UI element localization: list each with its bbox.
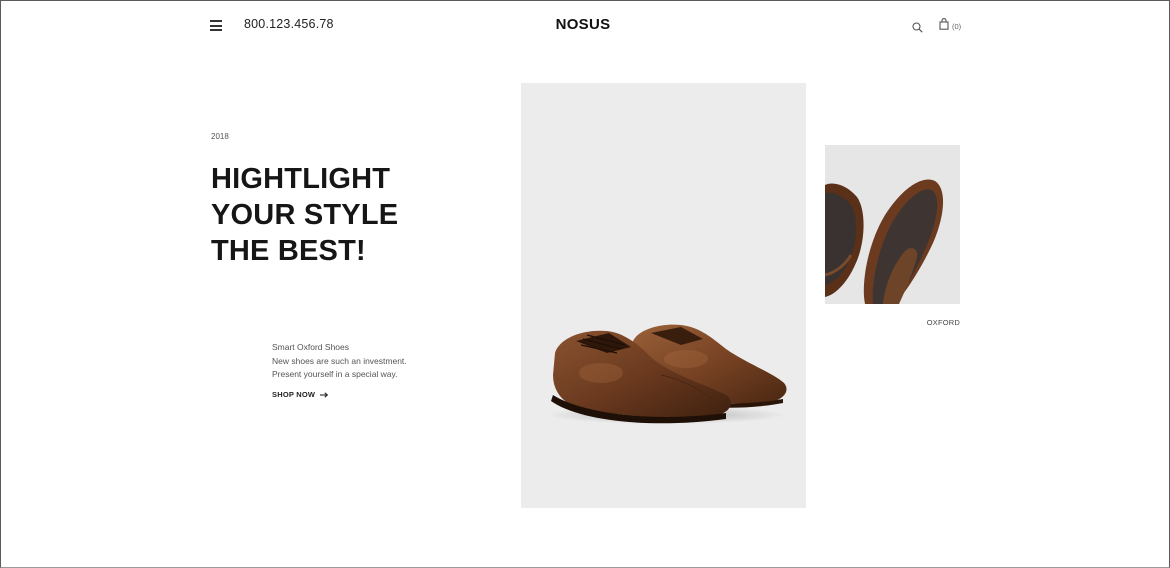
- cart-button[interactable]: (0): [939, 17, 962, 35]
- year-label: 2018: [211, 132, 229, 141]
- headline-line: YOUR STYLE: [211, 199, 399, 231]
- product-name: Smart Oxford Shoes: [272, 342, 350, 352]
- brand-logo[interactable]: NOSUS: [1, 16, 1169, 33]
- shop-now-button[interactable]: SHOP NOW: [272, 390, 329, 399]
- brown-oxford-shoes-image: [521, 83, 806, 508]
- hero-headline: HIGHTLIGHT YOUR STYLE THE BEST!: [211, 161, 398, 269]
- description-line: New shoes are such an investment.: [272, 355, 407, 366]
- product-description: Smart Oxford Shoes New shoes are such an…: [272, 341, 407, 382]
- headline-line: THE BEST!: [211, 235, 366, 267]
- page-frame: 800.123.456.78 NOSUS (0) 2018 HIGHTLIGHT…: [0, 0, 1170, 568]
- oxford-shoe-soles-image[interactable]: [825, 145, 960, 304]
- description-line: Present yourself in a special way.: [272, 369, 398, 379]
- shopping-bag-icon: [939, 17, 949, 35]
- shop-now-label: SHOP NOW: [272, 390, 316, 399]
- headline-line: HIGHTLIGHT: [211, 163, 391, 195]
- arrow-right-icon: [320, 391, 329, 398]
- logo-text: NOSUS: [555, 16, 611, 33]
- oxford-category-label[interactable]: OXFORD: [901, 318, 960, 327]
- cart-count: (0): [952, 22, 962, 31]
- search-icon[interactable]: [912, 20, 923, 33]
